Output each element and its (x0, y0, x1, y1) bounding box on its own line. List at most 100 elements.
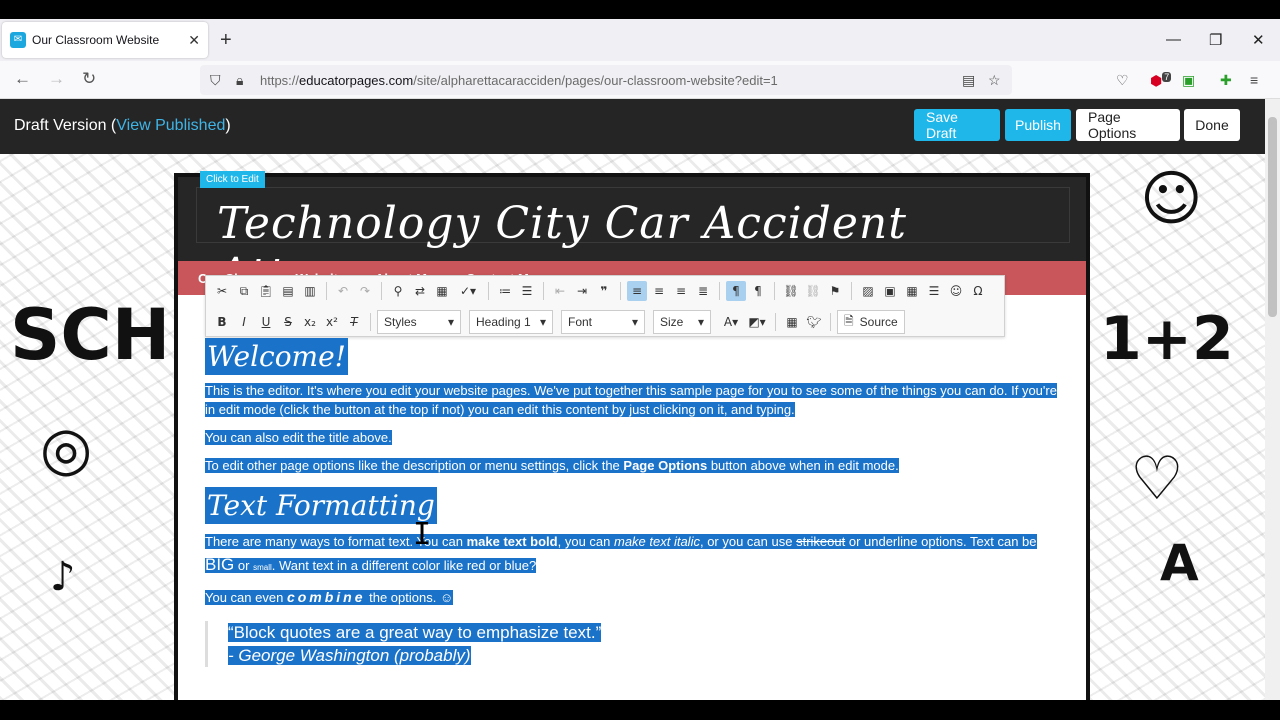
save-draft-button[interactable]: Save Draft (914, 109, 1000, 141)
heading-welcome[interactable]: Welcome! (205, 338, 348, 375)
p4-italic: make text italic (613, 534, 700, 549)
blockquote-icon[interactable]: ❞ (594, 281, 614, 301)
source-doc-icon: 🗎 (844, 313, 854, 328)
styles-dropdown[interactable]: Styles ▾ (377, 310, 461, 334)
tab-bar: ✉ Our Classroom Website ✕ + — ❐ ✕ (0, 19, 1280, 61)
toolbar-divider (326, 282, 327, 300)
minimize-icon[interactable]: — (1166, 31, 1181, 48)
remove-format-icon[interactable]: T̶ (344, 312, 364, 332)
italic-icon[interactable]: I (234, 312, 254, 332)
unlink-icon[interactable]: ⛓ (803, 281, 823, 301)
text-color-icon[interactable]: A▾ (719, 312, 743, 332)
reader-view-icon[interactable]: ▤ (962, 72, 975, 89)
replace-icon[interactable]: ⇄ (410, 281, 430, 301)
url-path: /site/alpharettacaracciden/pages/our-cla… (413, 72, 778, 88)
view-published-link[interactable]: View Published (116, 117, 225, 134)
source-button[interactable]: 🗎 Source (837, 310, 905, 334)
close-tab-icon[interactable]: ✕ (188, 32, 200, 49)
strikethrough-icon[interactable]: S (278, 312, 298, 332)
find-icon[interactable]: ⚲ (388, 281, 408, 301)
select-all-icon[interactable]: ▦ (432, 281, 452, 301)
outdent-icon[interactable]: ⇤ (550, 281, 570, 301)
spellcheck-icon[interactable]: ✓▾ (454, 281, 482, 301)
video-icon[interactable]: ▣ (880, 281, 900, 301)
blockquote[interactable]: “Block quotes are a great way to emphasi… (205, 621, 1060, 667)
cut-icon[interactable]: ✂ (212, 281, 232, 301)
align-right-icon[interactable]: ≡ (671, 281, 691, 301)
extension-plus-icon[interactable]: ✚ (1220, 72, 1232, 89)
doodle-letter-right: A (1160, 534, 1199, 592)
indent-icon[interactable]: ⇥ (572, 281, 592, 301)
p4-bold: make text bold (466, 534, 558, 549)
subscript-icon[interactable]: x₂ (300, 312, 320, 332)
paragraph-page-options[interactable]: To edit other page options like the desc… (205, 458, 899, 473)
draft-label-prefix: Draft Version ( (14, 117, 117, 134)
tab-active[interactable]: ✉ Our Classroom Website ✕ (2, 22, 208, 58)
heading-text-formatting[interactable]: Text Formatting (205, 487, 437, 524)
paragraph-combine[interactable]: You can even combine the options. ☺ (205, 589, 454, 605)
size-label: Size (660, 315, 684, 329)
undo-icon[interactable]: ↶ (333, 281, 353, 301)
link-icon[interactable]: ⛓ (781, 281, 801, 301)
publish-button[interactable]: Publish (1005, 109, 1071, 141)
underline-icon[interactable]: U (256, 312, 276, 332)
text-cursor-icon: I (413, 517, 432, 552)
smiley-icon[interactable]: ☺ (946, 281, 966, 301)
site-title-area[interactable]: Technology City Car Accident Attorney (196, 187, 1070, 300)
restore-icon[interactable]: ❐ (1209, 31, 1222, 49)
tab-title: Our Classroom Website (32, 33, 160, 47)
superscript-icon[interactable]: x² (322, 312, 342, 332)
click-to-edit-badge[interactable]: Click to Edit (200, 171, 265, 188)
table-icon[interactable]: ▦ (902, 281, 922, 301)
align-left-icon[interactable]: ≡ (627, 281, 647, 301)
bold-icon[interactable]: B (212, 312, 232, 332)
twitter-icon[interactable]: 🐦︎ (804, 312, 824, 332)
doodle-globe-icon: ◎ (40, 414, 93, 484)
paste-icon[interactable]: 📋︎ (256, 281, 276, 301)
calendar-icon[interactable]: ▦ (782, 312, 802, 332)
shield-icon[interactable]: ⛉ (210, 72, 221, 89)
address-bar[interactable]: https://educatorpages.com/site/alpharett… (200, 65, 1012, 95)
pocket-icon[interactable]: ♡ (1116, 72, 1129, 89)
image-icon[interactable]: ▨ (858, 281, 878, 301)
menu-hamburger-icon[interactable]: ≡ (1250, 72, 1258, 88)
p3-text-a: To edit other page options like the desc… (205, 458, 624, 473)
new-tab-icon[interactable]: + (220, 29, 232, 52)
done-button[interactable]: Done (1184, 109, 1240, 141)
back-icon[interactable]: ← (14, 69, 31, 89)
paste-text-icon[interactable]: ▤ (278, 281, 298, 301)
numbered-list-icon[interactable]: ≔ (495, 281, 515, 301)
page-scrollbar[interactable] (1265, 99, 1280, 700)
size-dropdown[interactable]: Size ▾ (653, 310, 711, 334)
close-window-icon[interactable]: ✕ (1252, 31, 1265, 49)
copy-icon[interactable]: ⧉ (234, 281, 254, 301)
extension-badge-icon[interactable]: ⬢ 7 (1150, 72, 1172, 90)
rtl-icon[interactable]: ¶ (748, 281, 768, 301)
doodle-heart-icon: ♡ (1130, 444, 1184, 514)
ltr-icon[interactable]: ¶ (726, 281, 746, 301)
reload-icon[interactable]: ↻ (82, 69, 96, 89)
extension-green-icon[interactable]: ▣ (1182, 72, 1195, 89)
editor-content[interactable]: Welcome! This is the editor. It's where … (205, 338, 1060, 667)
redo-icon[interactable]: ↷ (355, 281, 375, 301)
justify-icon[interactable]: ≣ (693, 281, 713, 301)
scrollbar-thumb[interactable] (1268, 117, 1277, 317)
p4-big: BIG (205, 555, 235, 574)
bookmark-star-icon[interactable]: ☆ (988, 72, 1001, 89)
toolbar-row-2: B I U S x₂ x² T̶ Styles ▾ Heading 1 ▾ Font… (212, 310, 905, 334)
special-char-icon[interactable]: Ω (968, 281, 988, 301)
bulleted-list-icon[interactable]: ☰ (517, 281, 537, 301)
horizontal-line-icon[interactable]: ☰ (924, 281, 944, 301)
align-center-icon[interactable]: ≡ (649, 281, 669, 301)
paragraph-title-edit[interactable]: You can also edit the title above. (205, 430, 392, 445)
font-dropdown[interactable]: Font ▾ (561, 310, 645, 334)
anchor-flag-icon[interactable]: ⚑ (825, 281, 845, 301)
paragraph-formatting[interactable]: There are many ways to format text. You … (205, 534, 1037, 574)
background-color-icon[interactable]: ◩▾ (745, 312, 769, 332)
paste-word-icon[interactable]: ▥ (300, 281, 320, 301)
lock-icon[interactable]: 🔒︎ (236, 72, 243, 89)
format-dropdown[interactable]: Heading 1 ▾ (469, 310, 553, 334)
paragraph-intro[interactable]: This is the editor. It's where you edit … (205, 383, 1057, 417)
page-options-button[interactable]: Page Options (1076, 109, 1180, 141)
forward-icon[interactable]: → (48, 69, 65, 89)
